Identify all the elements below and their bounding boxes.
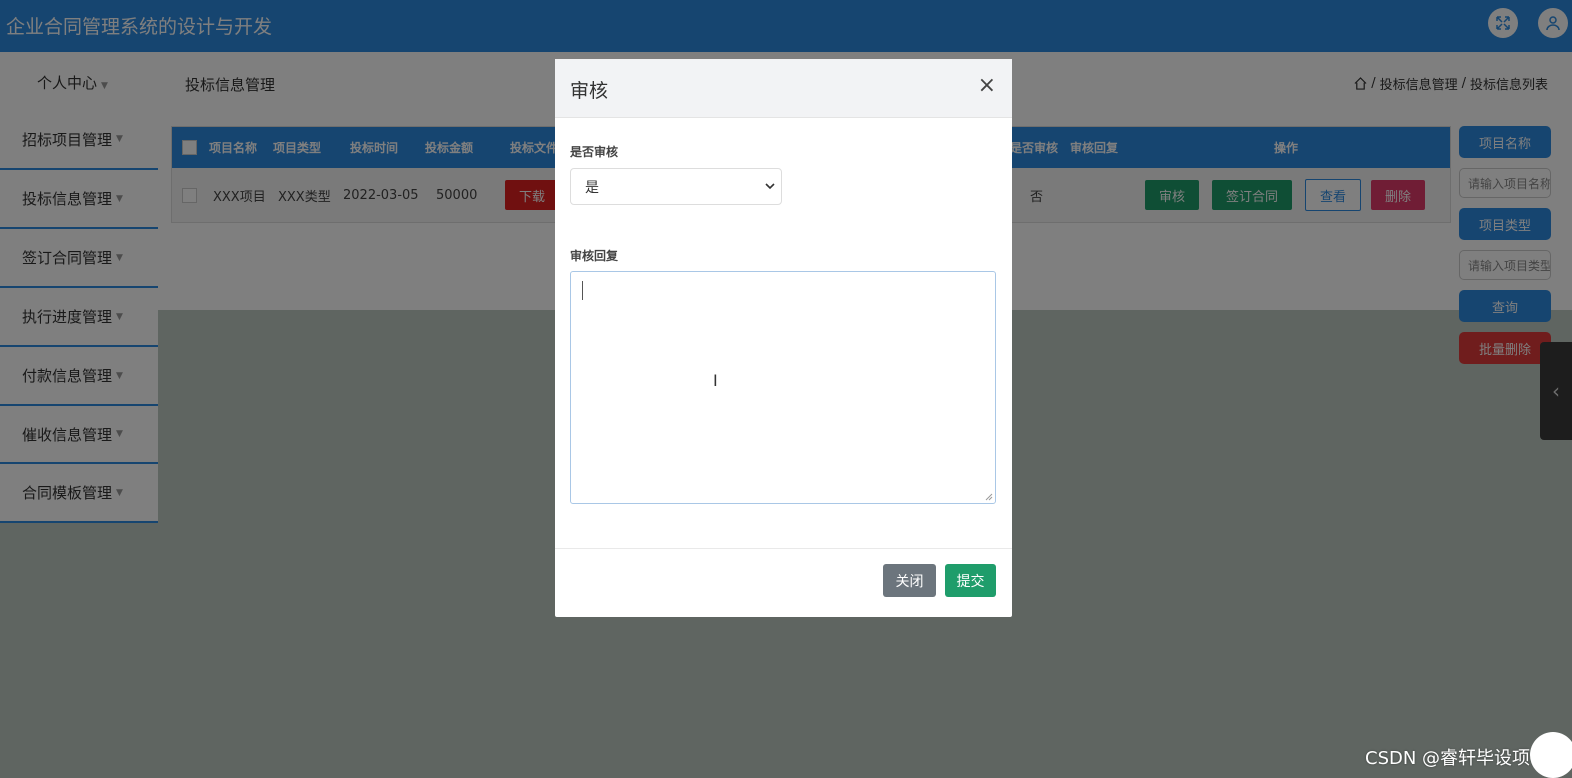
help-float-icon[interactable] — [1530, 732, 1572, 778]
close-icon[interactable]: × — [978, 73, 996, 98]
modal-header: 审核 × — [555, 59, 1012, 118]
watermark: CSDN @睿轩毕设项目 — [1365, 748, 1549, 769]
close-button[interactable]: 关闭 — [883, 564, 936, 597]
audit-status-select[interactable]: 是 — [570, 168, 782, 205]
audit-reply-textarea[interactable] — [570, 271, 996, 504]
chevron-down-icon — [765, 183, 775, 190]
audit-modal: 审核 × 是否审核 是 审核回复 I 关闭 提交 — [555, 59, 1012, 617]
resize-handle-icon[interactable] — [985, 493, 993, 501]
modal-title: 审核 — [570, 80, 609, 102]
audit-status-label: 是否审核 — [570, 145, 619, 159]
text-cursor — [582, 281, 583, 300]
ibeam-cursor-icon: I — [713, 371, 718, 390]
audit-reply-label: 审核回复 — [570, 249, 619, 263]
modal-footer: 关闭 提交 — [555, 548, 1012, 618]
submit-button[interactable]: 提交 — [945, 564, 996, 597]
